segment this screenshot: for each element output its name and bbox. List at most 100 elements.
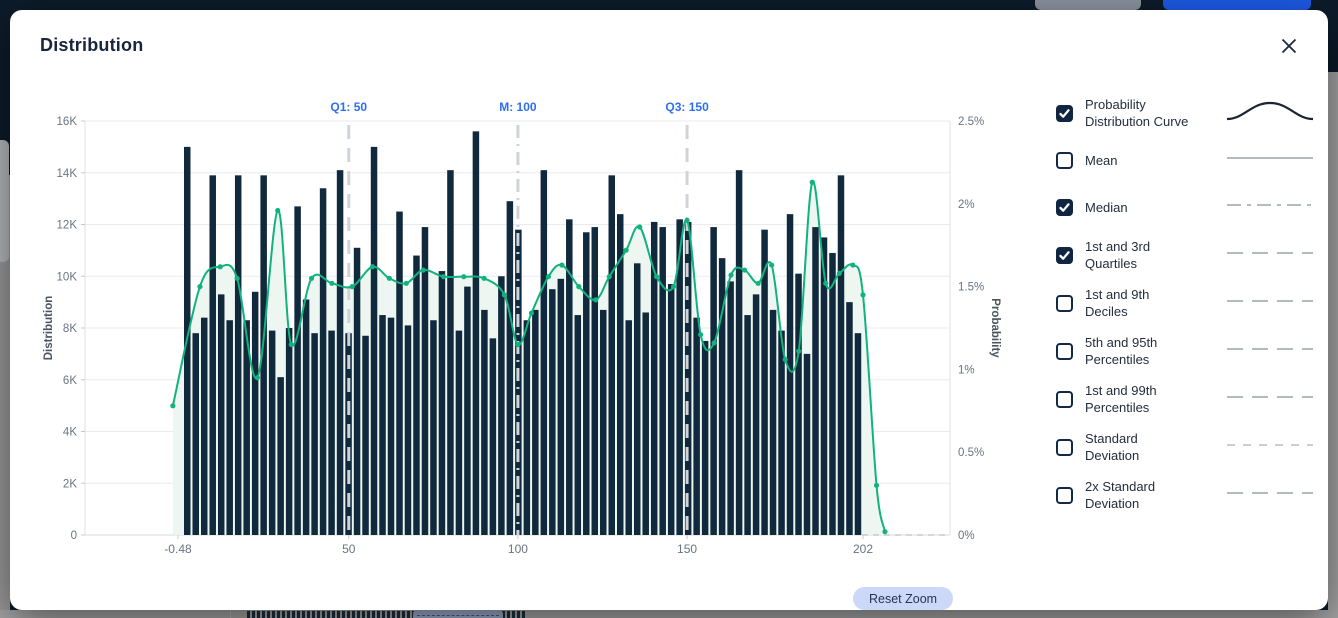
legend-item-label: 2x Standard Deviation — [1085, 478, 1193, 512]
histogram-bar — [727, 281, 734, 535]
histogram-bar — [320, 188, 327, 535]
histogram-bar — [515, 230, 522, 535]
legend-item-label: 1st and 3rd Quartiles — [1085, 238, 1193, 272]
histogram-bar — [277, 377, 284, 535]
legend-item-7: Standard Deviation — [1056, 430, 1316, 464]
unchecked-checkbox[interactable] — [1056, 152, 1073, 169]
legend-item-0: Probability Distribution Curve — [1056, 96, 1316, 130]
legend-item-2: Median — [1056, 191, 1316, 224]
histogram-bar — [209, 175, 216, 535]
legend-sample — [1224, 431, 1316, 464]
histogram-bar — [702, 341, 709, 535]
y-right-tick-label: 2.5% — [958, 116, 984, 128]
x-tick-label: 150 — [677, 542, 697, 556]
legend-item-label: Median — [1085, 199, 1193, 216]
histogram-bar — [286, 328, 293, 535]
histogram-bar — [192, 333, 199, 535]
histogram-bar — [787, 214, 794, 535]
unchecked-checkbox[interactable] — [1056, 343, 1073, 360]
unchecked-checkbox[interactable] — [1056, 487, 1073, 504]
histogram-bar — [269, 331, 276, 535]
histogram-bar — [507, 201, 514, 535]
y-left-tick-label: 8K — [63, 323, 77, 335]
distribution-chart-plot[interactable]: Q1: 50M: 100Q3: 15016K14K12K10K8K6K4K2K0… — [30, 95, 1010, 565]
legend-sample-dash — [1224, 239, 1316, 267]
histogram-bar — [625, 320, 632, 535]
legend-sample — [1224, 144, 1316, 177]
y-right-tick-label: 0.5% — [958, 447, 984, 459]
histogram-bar — [600, 310, 607, 535]
legend-sample-dash — [1224, 335, 1316, 363]
modal-title: Distribution — [40, 35, 143, 56]
legend-item-label: 1st and 99th Percentiles — [1085, 382, 1193, 416]
background-right-edge — [1328, 72, 1338, 618]
y-left-tick-label: 6K — [63, 375, 77, 387]
histogram-bar — [744, 315, 751, 535]
background-divider — [230, 610, 231, 618]
checkmark-icon — [1058, 201, 1071, 214]
histogram-bar — [642, 312, 649, 535]
histogram-bar — [736, 170, 743, 535]
legend-item-label: 1st and 9th Deciles — [1085, 286, 1193, 320]
histogram-bar — [829, 253, 836, 535]
legend-item-4: 1st and 9th Deciles — [1056, 286, 1316, 320]
histogram-bar — [328, 331, 335, 535]
histogram-bar — [753, 294, 760, 535]
legend-sample-dash — [1224, 287, 1316, 315]
checkmark-icon — [1058, 249, 1071, 262]
annotation-label: Q3: 150 — [665, 100, 709, 114]
annotation-label: Q1: 50 — [330, 100, 367, 114]
histogram-bar — [549, 289, 556, 535]
legend-sample — [1224, 479, 1316, 512]
histogram-bar — [846, 302, 853, 535]
histogram-bar — [490, 338, 497, 535]
y-right-tick-label: 0% — [958, 530, 975, 542]
histogram-bar — [379, 315, 386, 535]
legend-sample-dashdot — [1224, 191, 1316, 219]
y-right-tick-label: 2% — [958, 199, 975, 211]
unchecked-checkbox[interactable] — [1056, 439, 1073, 456]
histogram-bar — [405, 325, 412, 535]
legend-item-3: 1st and 3rd Quartiles — [1056, 238, 1316, 272]
y-left-tick-label: 4K — [63, 427, 77, 439]
histogram-bar — [566, 219, 573, 535]
legend-sample — [1224, 191, 1316, 224]
legend-sample-dash — [1224, 383, 1316, 411]
background-button-gray — [1035, 0, 1141, 10]
histogram-bar — [838, 175, 845, 535]
checked-checkbox[interactable] — [1056, 105, 1073, 122]
legend-item-label: Probability Distribution Curve — [1085, 96, 1193, 130]
histogram-bar — [592, 227, 599, 535]
histogram-bar — [430, 320, 437, 535]
unchecked-checkbox[interactable] — [1056, 295, 1073, 312]
histogram-bar — [396, 212, 403, 535]
y-left-axis-title: Distribution — [43, 296, 55, 361]
legend-item-6: 1st and 99th Percentiles — [1056, 382, 1316, 416]
y-left-tick-label: 12K — [57, 220, 78, 232]
histogram-bar — [439, 271, 446, 535]
background-button-blue — [1163, 0, 1311, 10]
y-left-tick-label: 10K — [57, 271, 78, 283]
histogram-bar — [795, 274, 802, 535]
legend-item-label: 5th and 95th Percentiles — [1085, 334, 1193, 368]
reset-zoom-button[interactable]: Reset Zoom — [853, 587, 953, 610]
legend-sample — [1224, 239, 1316, 272]
legend-item-1: Mean — [1056, 144, 1316, 177]
close-button[interactable] — [1276, 33, 1302, 59]
checked-checkbox[interactable] — [1056, 199, 1073, 216]
histogram-bar — [413, 256, 420, 535]
legend-sample-dash — [1224, 479, 1316, 507]
histogram-bar — [812, 227, 819, 535]
close-icon — [1279, 36, 1299, 56]
distribution-chart: Q1: 50M: 100Q3: 15016K14K12K10K8K6K4K2K0… — [30, 95, 1010, 565]
x-tick-label: 100 — [508, 542, 528, 556]
histogram-bar — [337, 170, 344, 535]
legend-sample-shortdash — [1224, 431, 1316, 459]
legend-sample-curve — [1224, 97, 1316, 125]
x-tick-label: 50 — [342, 542, 356, 556]
histogram-bar — [362, 336, 369, 535]
y-left-tick-label: 2K — [63, 478, 77, 490]
unchecked-checkbox[interactable] — [1056, 391, 1073, 408]
checked-checkbox[interactable] — [1056, 247, 1073, 264]
distribution-modal: Distribution Q1: 50M: 100Q3: 15016K14K12… — [10, 10, 1328, 610]
